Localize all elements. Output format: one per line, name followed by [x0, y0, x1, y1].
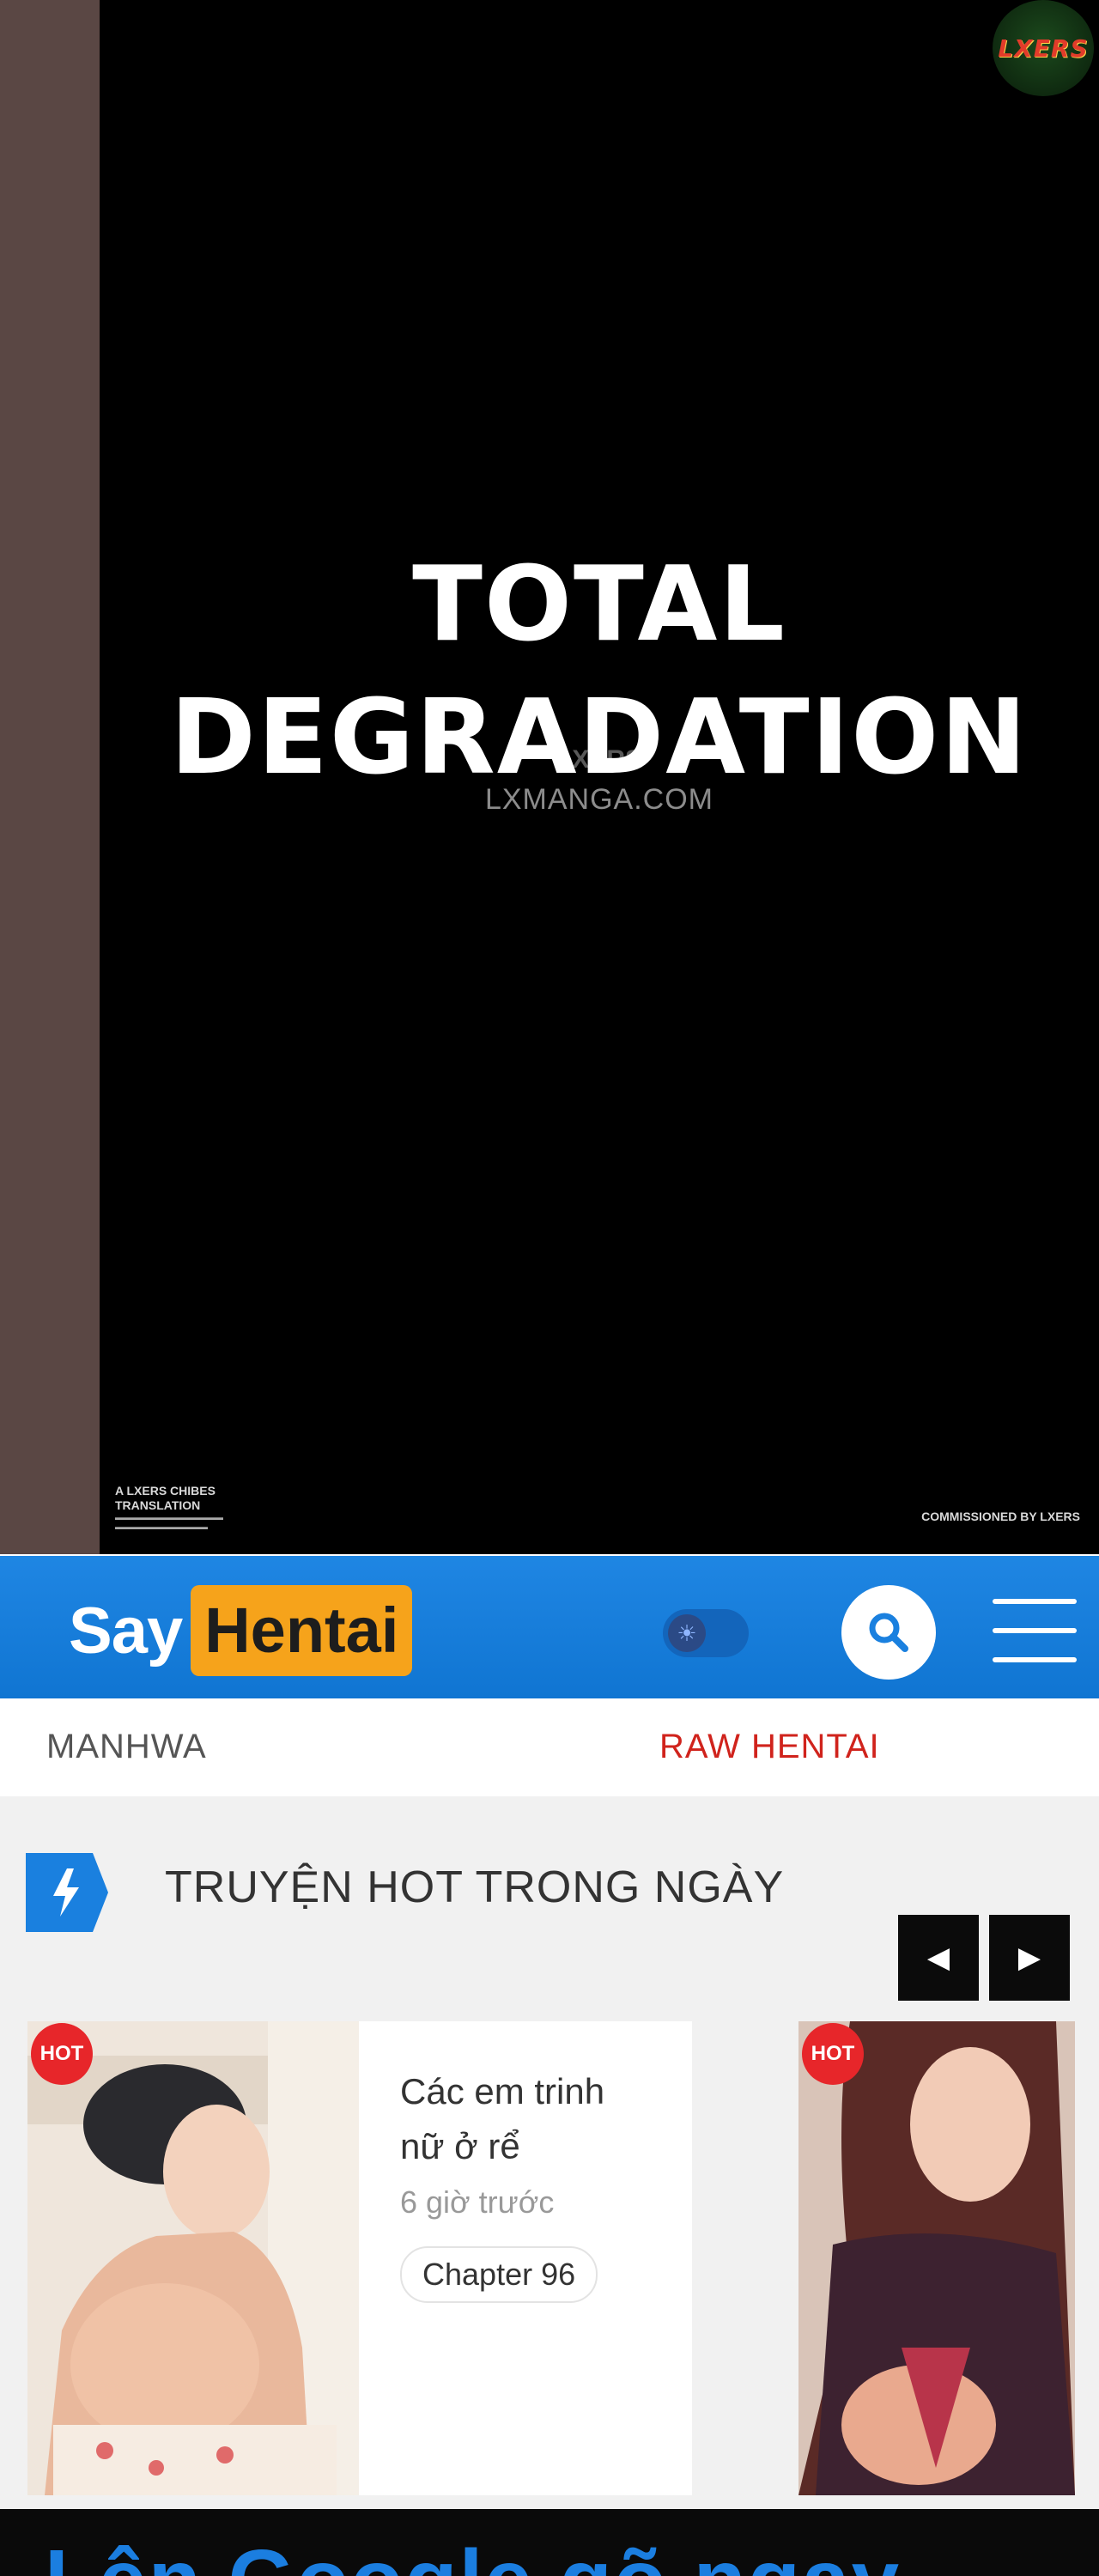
hot-badge: HOT — [802, 2023, 864, 2085]
carousel-next-button[interactable]: ▶ — [989, 1915, 1070, 2001]
credit-left-fineprint: ▬▬▬▬▬▬▬▬▬▬▬▬▬▬ ▬▬▬▬▬▬▬▬▬▬▬▬ — [115, 1513, 223, 1531]
sub-nav: MANHWA RAW HENTAI — [0, 1698, 1099, 1796]
sun-icon: ☀ — [668, 1614, 706, 1652]
comic-card[interactable]: HOT Các em trinh nữ ở rể 6 giờ trước Cha… — [27, 2021, 692, 2495]
nav-manhwa[interactable]: MANHWA — [46, 1728, 207, 1766]
logo-say: Say — [69, 1594, 183, 1668]
credit-left-title: A LXERS CHIBES TRANSLATION — [115, 1484, 216, 1512]
comic-cover-image[interactable]: HOT — [798, 2021, 1075, 2495]
panel-side-strip — [0, 0, 100, 1554]
credit-right: COMMISSIONED BY LXERS — [921, 1510, 1080, 1523]
hamburger-icon-bar — [993, 1657, 1077, 1662]
lxers-logo: LXERS — [993, 0, 1094, 96]
logo-text: LXERS — [998, 33, 1089, 63]
hamburger-menu-button[interactable] — [993, 1599, 1077, 1662]
comic-card[interactable]: HOT — [798, 2021, 1075, 2495]
watermark-site: LXMANGA.COM — [484, 783, 714, 816]
site-logo[interactable]: Say Hentai — [69, 1585, 413, 1676]
section-title: TRUYỆN HOT TRONG NGÀY — [165, 1862, 785, 1912]
carousel-prev-button[interactable]: ◀ — [898, 1915, 979, 2001]
nav-raw-hentai[interactable]: RAW HENTAI — [659, 1728, 880, 1766]
hot-badge: HOT — [31, 2023, 93, 2085]
watermark-small: LXERS — [556, 745, 643, 774]
banner-text: Lên Google gõ ngay — [45, 2531, 901, 2576]
panel-title-line-1: TOTAL — [412, 545, 786, 665]
chapter-link[interactable]: Chapter 96 — [400, 2246, 598, 2303]
credit-left: A LXERS CHIBES TRANSLATION ▬▬▬▬▬▬▬▬▬▬▬▬▬… — [115, 1484, 257, 1532]
comic-title[interactable]: Các em trinh nữ ở rể — [400, 2064, 658, 2174]
lightning-icon — [26, 1853, 108, 1932]
comic-cover-image[interactable]: HOT — [27, 2021, 359, 2495]
chevron-left-icon: ◀ — [926, 1941, 950, 1974]
hamburger-icon-bar — [993, 1628, 1077, 1633]
logo-hentai: Hentai — [191, 1585, 413, 1676]
theme-toggle[interactable]: ☀ — [663, 1609, 749, 1657]
search-icon — [869, 1613, 908, 1652]
panel-title-line-2: DEGRADATION — [170, 678, 1029, 798]
manga-panel: LXERS TOTAL DEGRADATION LXERS LXMANGA.CO… — [0, 0, 1099, 1554]
hot-today-section: TRUYỆN HOT TRONG NGÀY ◀ ▶ HOT Các em tri… — [0, 1796, 1099, 2509]
comic-update-time: 6 giờ trước — [400, 2184, 555, 2220]
search-button[interactable] — [841, 1585, 936, 1680]
google-banner[interactable]: Lên Google gõ ngay — [0, 2509, 1099, 2576]
chevron-right-icon: ▶ — [1017, 1941, 1041, 1974]
hamburger-icon-bar — [993, 1599, 1077, 1604]
site-header: Say Hentai ☀ — [0, 1556, 1099, 1698]
